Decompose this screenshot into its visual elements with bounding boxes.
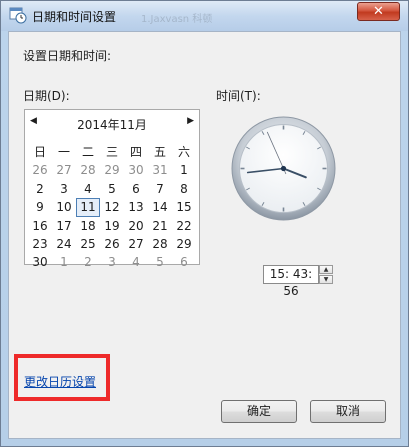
- clock-center: [280, 165, 287, 172]
- calendar-day[interactable]: 6: [172, 253, 196, 271]
- weekday-header: 二: [81, 145, 94, 159]
- calendar-day[interactable]: 12: [100, 198, 124, 216]
- calendar-day[interactable]: 29: [100, 161, 124, 179]
- calendar-day[interactable]: 9: [28, 198, 52, 216]
- calendar-day[interactable]: 2: [76, 253, 100, 271]
- calendar-day[interactable]: 26: [100, 235, 124, 253]
- weekday-header: 四: [129, 145, 142, 159]
- analog-clock: [231, 116, 336, 221]
- calendar-day[interactable]: 7: [148, 180, 172, 198]
- calendar-week-row: 2345678: [28, 180, 196, 198]
- spin-up-icon[interactable]: ▲: [319, 265, 333, 274]
- calendar-day[interactable]: 2: [28, 180, 52, 198]
- calendar-day[interactable]: 27: [124, 235, 148, 253]
- date-time-icon: [9, 7, 27, 24]
- time-input[interactable]: 15: 43: 56: [263, 265, 319, 298]
- calendar-day[interactable]: 25: [76, 235, 100, 253]
- calendar-day[interactable]: 1: [172, 161, 196, 179]
- calendar-day[interactable]: 13: [124, 198, 148, 216]
- calendar-day[interactable]: 29: [172, 235, 196, 253]
- calendar-day[interactable]: 31: [148, 161, 172, 179]
- calendar-day[interactable]: 10: [52, 198, 76, 216]
- calendar-week-row: 26 27 28 29 30 31 1: [28, 161, 196, 179]
- calendar-grid: 日一二三四五六 26 27 28 29 30 31 1 2 3 4 5 6 7 8 9 10 11 12 13 14 15…: [28, 143, 196, 272]
- weekday-header: 一: [57, 145, 70, 159]
- calendar-week-row: 9 10 11 12 13 14 15: [28, 198, 196, 217]
- calendar-day[interactable]: 30: [124, 161, 148, 179]
- weekday-header: 日: [33, 145, 46, 159]
- weekday-header: 六: [177, 145, 190, 159]
- time-label: 时间(T):: [216, 89, 261, 103]
- next-month-icon[interactable]: ▶: [187, 116, 194, 126]
- calendar-day[interactable]: 15: [172, 198, 196, 216]
- calendar-day[interactable]: 28: [76, 161, 100, 179]
- calendar-day[interactable]: 6: [124, 180, 148, 198]
- title-ghost-text: 1.Jaxvasn 科顿: [141, 14, 213, 25]
- calendar-week-row: 30 1 2 3 4 5 6: [28, 253, 196, 271]
- calendar-day[interactable]: 23: [28, 235, 52, 253]
- calendar-day[interactable]: 5: [100, 180, 124, 198]
- calendar-day[interactable]: 22: [172, 217, 196, 235]
- calendar-day[interactable]: 20: [124, 217, 148, 235]
- calendar: ◀ 2014年11月 ▶ 日一二三四五六 26 27 28 29 30 31 1 2 3 4 5 6 7 8…: [24, 109, 200, 269]
- calendar-week-row: 16 17 18 19 20 21 22: [28, 217, 196, 235]
- close-icon: ✕: [373, 4, 384, 19]
- calendar-day[interactable]: 4: [76, 180, 100, 198]
- title-bar: 日期和时间设置 1.Jaxvasn 科顿 ✕: [1, 1, 408, 31]
- calendar-day[interactable]: 16: [28, 217, 52, 235]
- calendar-day[interactable]: 14: [148, 198, 172, 216]
- cancel-button[interactable]: 取消: [310, 400, 386, 423]
- dialog-body: 设置日期和时间: 日期(D): 时间(T): ◀ 2014年11月 ▶ 日一二三…: [8, 31, 401, 439]
- calendar-weekday-row: 日一二三四五六: [28, 143, 196, 161]
- spin-down-icon[interactable]: ▼: [319, 275, 333, 284]
- calendar-day[interactable]: 24: [52, 235, 76, 253]
- calendar-day[interactable]: 26: [28, 161, 52, 179]
- calendar-day[interactable]: 3: [100, 253, 124, 271]
- ok-button[interactable]: 确定: [221, 400, 297, 423]
- calendar-day[interactable]: 4: [124, 253, 148, 271]
- window-title: 日期和时间设置: [32, 10, 117, 24]
- calendar-day[interactable]: 5: [148, 253, 172, 271]
- calendar-day-selected[interactable]: 11: [76, 198, 100, 217]
- calendar-day[interactable]: 19: [100, 217, 124, 235]
- close-button[interactable]: ✕: [357, 2, 400, 21]
- calendar-day[interactable]: 27: [52, 161, 76, 179]
- date-label: 日期(D):: [23, 89, 70, 103]
- calendar-day[interactable]: 8: [172, 180, 196, 198]
- change-calendar-settings-link[interactable]: 更改日历设置: [24, 373, 96, 390]
- dialog-heading: 设置日期和时间:: [23, 49, 112, 63]
- calendar-day[interactable]: 30: [28, 253, 52, 271]
- calendar-day[interactable]: 28: [148, 235, 172, 253]
- date-time-settings-dialog: 日期和时间设置 1.Jaxvasn 科顿 ✕ 设置日期和时间: 日期(D): 时…: [0, 0, 409, 447]
- calendar-day[interactable]: 21: [148, 217, 172, 235]
- calendar-month[interactable]: 2014年11月: [25, 116, 199, 133]
- calendar-day[interactable]: 1: [52, 253, 76, 271]
- calendar-day[interactable]: 3: [52, 180, 76, 198]
- weekday-header: 五: [153, 145, 166, 159]
- calendar-header: ◀ 2014年11月 ▶: [25, 116, 199, 132]
- calendar-day[interactable]: 18: [76, 217, 100, 235]
- weekday-header: 三: [105, 145, 118, 159]
- calendar-day[interactable]: 17: [52, 217, 76, 235]
- time-spinner: ▲ ▼: [319, 265, 333, 284]
- calendar-week-row: 23 24 25 26 27 28 29: [28, 235, 196, 253]
